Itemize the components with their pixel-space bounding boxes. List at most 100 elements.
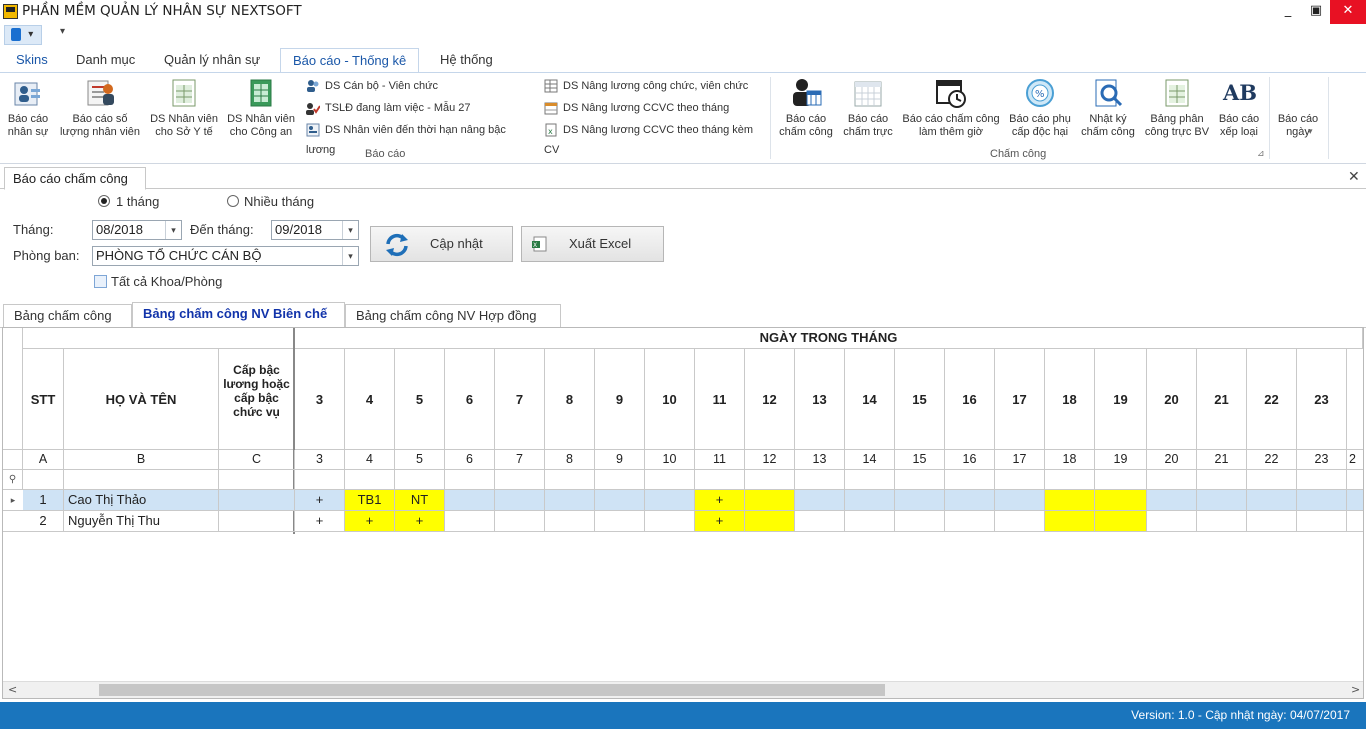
cell-day-8[interactable]	[545, 511, 595, 532]
filter-cell[interactable]	[219, 470, 295, 490]
cell-day-20[interactable]	[1147, 511, 1197, 532]
radio-one-month[interactable]	[98, 195, 110, 207]
ds-nang-luong-cc-vc-item[interactable]: DS Nâng lương công chức, viên chức	[544, 76, 766, 96]
group-expand-icon[interactable]: ⊿	[1257, 149, 1265, 159]
ds-nang-luong-theo-thang-item[interactable]: DS Nâng lương CCVC theo tháng	[544, 98, 766, 118]
filter-cell[interactable]	[495, 470, 545, 490]
bao-cao-cham-cong-button[interactable]: Báo cáo chấm công	[777, 77, 835, 139]
minimize-button[interactable]: _	[1274, 0, 1302, 24]
cell-day-22[interactable]	[1247, 490, 1297, 511]
cell-day-21[interactable]	[1197, 490, 1247, 511]
cell-day-15[interactable]	[895, 490, 945, 511]
cell-day-6[interactable]	[445, 490, 495, 511]
cell-day-15[interactable]	[895, 511, 945, 532]
bao-cao-xep-loai-button[interactable]: AB Báo cáo xếp loại	[1216, 77, 1262, 139]
cell-day-partial[interactable]	[1347, 511, 1363, 532]
filter-cell[interactable]	[945, 470, 995, 490]
tab-bang-cham-cong-bien-che[interactable]: Bảng chấm công NV Biên chế	[132, 302, 345, 328]
cell-day-7[interactable]	[495, 490, 545, 511]
cell-day-12[interactable]	[745, 490, 795, 511]
filter-cell[interactable]	[23, 470, 64, 490]
cell-day-11[interactable]: +	[695, 511, 745, 532]
cell-rank[interactable]	[219, 490, 295, 511]
close-window-button[interactable]: ✕	[1330, 0, 1366, 24]
cell-day-5[interactable]: NT	[395, 490, 445, 511]
filter-cell[interactable]	[845, 470, 895, 490]
cell-day-18[interactable]	[1045, 490, 1095, 511]
cell-day-23[interactable]	[1297, 490, 1347, 511]
cell-day-16[interactable]	[945, 511, 995, 532]
cell-day-8[interactable]	[545, 490, 595, 511]
attendance-grid[interactable]: STT HỌ VÀ TÊN Cấp bậc lương hoặc cấp bậc…	[2, 327, 1364, 699]
tab-skins[interactable]: Skins	[4, 48, 60, 72]
filter-row-icon[interactable]: ⚲	[3, 470, 23, 490]
cell-day-3[interactable]: +	[295, 490, 345, 511]
filter-cell[interactable]	[1347, 470, 1363, 490]
cell-day-4[interactable]: TB1	[345, 490, 395, 511]
cell-day-18[interactable]	[1045, 511, 1095, 532]
nhat-ky-cham-cong-button[interactable]: Nhật ký chấm công	[1080, 77, 1136, 139]
cell-day-10[interactable]	[645, 511, 695, 532]
cell-day-7[interactable]	[495, 511, 545, 532]
filter-cell[interactable]	[695, 470, 745, 490]
ds-nang-luong-kem-cv-item[interactable]: x DS Nâng lương CCVC theo tháng kèm CV	[544, 120, 766, 156]
bao-cao-lam-them-gio-button[interactable]: Báo cáo chấm công làm thêm giờ	[902, 77, 1000, 139]
tab-he-thong[interactable]: Hệ thống	[428, 48, 505, 72]
bao-cao-phu-cap-doc-hai-button[interactable]: % Báo cáo phụ cấp độc hại	[1006, 77, 1074, 139]
filter-cell[interactable]	[795, 470, 845, 490]
month-select[interactable]: 08/2018 ▾	[92, 220, 182, 240]
ds-nhan-vien-cong-an-button[interactable]: DS Nhân viên cho Công an	[225, 77, 297, 139]
bao-cao-ngay-button[interactable]: Báo cáo ngày	[1274, 113, 1322, 139]
cell-day-17[interactable]	[995, 511, 1045, 532]
cell-day-22[interactable]	[1247, 511, 1297, 532]
dept-select[interactable]: PHÒNG TỔ CHỨC CÁN BỘ ▾	[92, 246, 359, 266]
cell-day-partial[interactable]	[1347, 490, 1363, 511]
bao-cao-nhan-su-button[interactable]: Báo cáo nhân sự	[4, 77, 52, 139]
cell-day-21[interactable]	[1197, 511, 1247, 532]
cell-rank[interactable]	[219, 511, 295, 532]
doc-tab-bao-cao-cham-cong[interactable]: Báo cáo chấm công	[4, 167, 146, 190]
cell-day-13[interactable]	[795, 490, 845, 511]
filter-cell[interactable]	[595, 470, 645, 490]
cell-day-9[interactable]	[595, 490, 645, 511]
cell-day-23[interactable]	[1297, 511, 1347, 532]
cell-day-6[interactable]	[445, 511, 495, 532]
cell-day-9[interactable]	[595, 511, 645, 532]
cell-day-19[interactable]	[1095, 511, 1147, 532]
ds-nhan-vien-so-y-te-button[interactable]: DS Nhân viên cho Sở Y tế	[148, 77, 220, 139]
filter-cell[interactable]	[1197, 470, 1247, 490]
scroll-left-icon[interactable]: <	[8, 683, 17, 696]
cell-day-3[interactable]: +	[295, 511, 345, 532]
cell-name[interactable]: Nguyễn Thị Thu	[64, 511, 219, 532]
filter-cell[interactable]	[395, 470, 445, 490]
cell-day-14[interactable]	[845, 490, 895, 511]
office-menu-button[interactable]: ▾	[4, 25, 42, 45]
filter-cell[interactable]	[895, 470, 945, 490]
cell-day-11[interactable]: +	[695, 490, 745, 511]
tsld-mau-27-item[interactable]: TSLĐ đang làm việc - Mẫu 27	[306, 98, 538, 118]
cell-day-16[interactable]	[945, 490, 995, 511]
filter-cell[interactable]	[295, 470, 345, 490]
cell-day-13[interactable]	[795, 511, 845, 532]
cell-day-14[interactable]	[845, 511, 895, 532]
scroll-right-icon[interactable]: >	[1351, 683, 1360, 696]
ds-can-bo-vien-chuc-item[interactable]: DS Cán bộ - Viên chức	[306, 76, 538, 96]
ds-nhan-vien-nang-bac-item[interactable]: DS Nhân viên đến thời hạn nâng bậc lương	[306, 120, 538, 156]
all-dept-checkbox[interactable]	[94, 275, 107, 288]
maximize-button[interactable]: ▣	[1302, 0, 1330, 24]
update-button[interactable]: Cập nhật	[370, 226, 513, 262]
cell-stt[interactable]: 2	[23, 511, 64, 532]
cell-day-20[interactable]	[1147, 490, 1197, 511]
filter-cell[interactable]	[1247, 470, 1297, 490]
tab-bao-cao-thong-ke[interactable]: Báo cáo - Thống kê	[280, 48, 420, 73]
bao-cao-cham-truc-button[interactable]: Báo cáo chấm trực	[840, 77, 896, 139]
filter-cell[interactable]	[545, 470, 595, 490]
bao-cao-so-luong-button[interactable]: Báo cáo số lượng nhân viên	[58, 77, 142, 139]
filter-cell[interactable]	[645, 470, 695, 490]
filter-cell[interactable]	[1147, 470, 1197, 490]
cell-day-10[interactable]	[645, 490, 695, 511]
cell-name[interactable]: Cao Thị Thảo	[64, 490, 219, 511]
cell-day-19[interactable]	[1095, 490, 1147, 511]
filter-cell[interactable]	[1095, 470, 1147, 490]
to-month-select[interactable]: 09/2018 ▾	[271, 220, 359, 240]
